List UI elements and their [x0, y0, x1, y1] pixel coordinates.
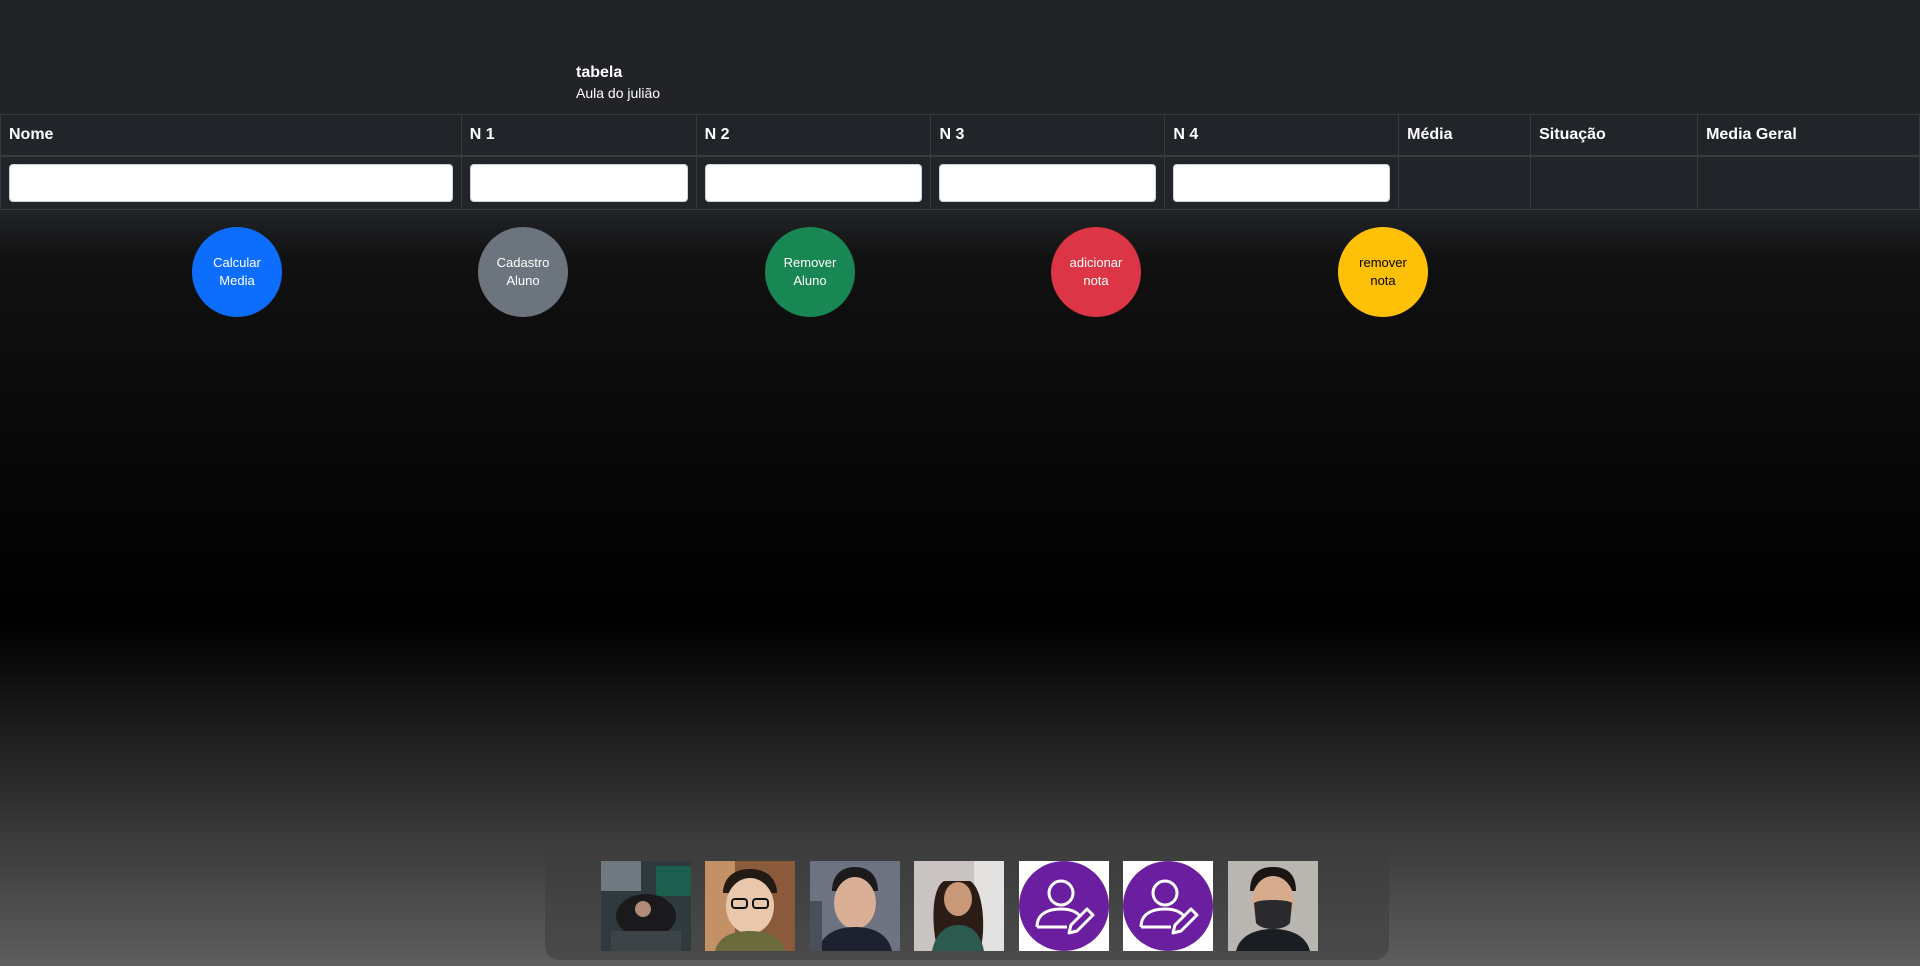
- member-photo: [705, 861, 795, 951]
- avatar[interactable]: [810, 861, 900, 951]
- avatar[interactable]: [1228, 861, 1318, 951]
- cadastro-aluno-button[interactable]: Cadastro Aluno: [478, 227, 568, 317]
- avatar[interactable]: [1123, 861, 1213, 951]
- situacao-cell: [1530, 155, 1699, 210]
- member-photo: [810, 861, 900, 951]
- remover-nota-button[interactable]: remover nota: [1338, 227, 1428, 317]
- n3-input[interactable]: [939, 164, 1157, 202]
- user-edit-icon: [1019, 861, 1109, 951]
- col-header-n2: N 2: [695, 114, 932, 157]
- member-photo: [601, 861, 691, 951]
- avatar[interactable]: [914, 861, 1004, 951]
- member-photo: [914, 861, 1004, 951]
- table-caption: tabela Aula do julião: [576, 63, 660, 102]
- col-header-n1: N 1: [460, 114, 697, 157]
- nome-input[interactable]: [9, 164, 453, 202]
- avatar[interactable]: [1019, 861, 1109, 951]
- col-header-media: Média: [1398, 114, 1532, 157]
- n4-input[interactable]: [1173, 164, 1391, 202]
- col-header-nome: Nome: [0, 114, 462, 157]
- calcular-media-button[interactable]: Calcular Media: [192, 227, 282, 317]
- caption-title: tabela: [576, 64, 623, 81]
- media-geral-cell: [1697, 155, 1920, 210]
- caption-subtitle: Aula do julião: [576, 85, 661, 101]
- avatar[interactable]: [601, 861, 691, 951]
- team-avatar-dock: [545, 842, 1389, 960]
- member-photo: [1228, 861, 1318, 951]
- grades-table: Nome N 1 N 2 N 3 N 4 Média Situação Medi…: [0, 114, 1920, 210]
- table-header-row: Nome N 1 N 2 N 3 N 4 Média Situação Medi…: [0, 114, 1920, 157]
- media-cell: [1398, 155, 1532, 210]
- n2-input[interactable]: [704, 164, 923, 202]
- col-header-media-geral: Media Geral: [1697, 114, 1920, 157]
- table-row: [0, 155, 1920, 210]
- adicionar-nota-button[interactable]: adicionar nota: [1051, 227, 1141, 317]
- user-edit-icon: [1123, 861, 1213, 951]
- remover-aluno-button[interactable]: Remover Aluno: [765, 227, 855, 317]
- col-header-n3: N 3: [930, 114, 1166, 157]
- col-header-n4: N 4: [1164, 114, 1400, 157]
- col-header-situacao: Situação: [1530, 114, 1699, 157]
- avatar[interactable]: [705, 861, 795, 951]
- n1-input[interactable]: [469, 164, 688, 202]
